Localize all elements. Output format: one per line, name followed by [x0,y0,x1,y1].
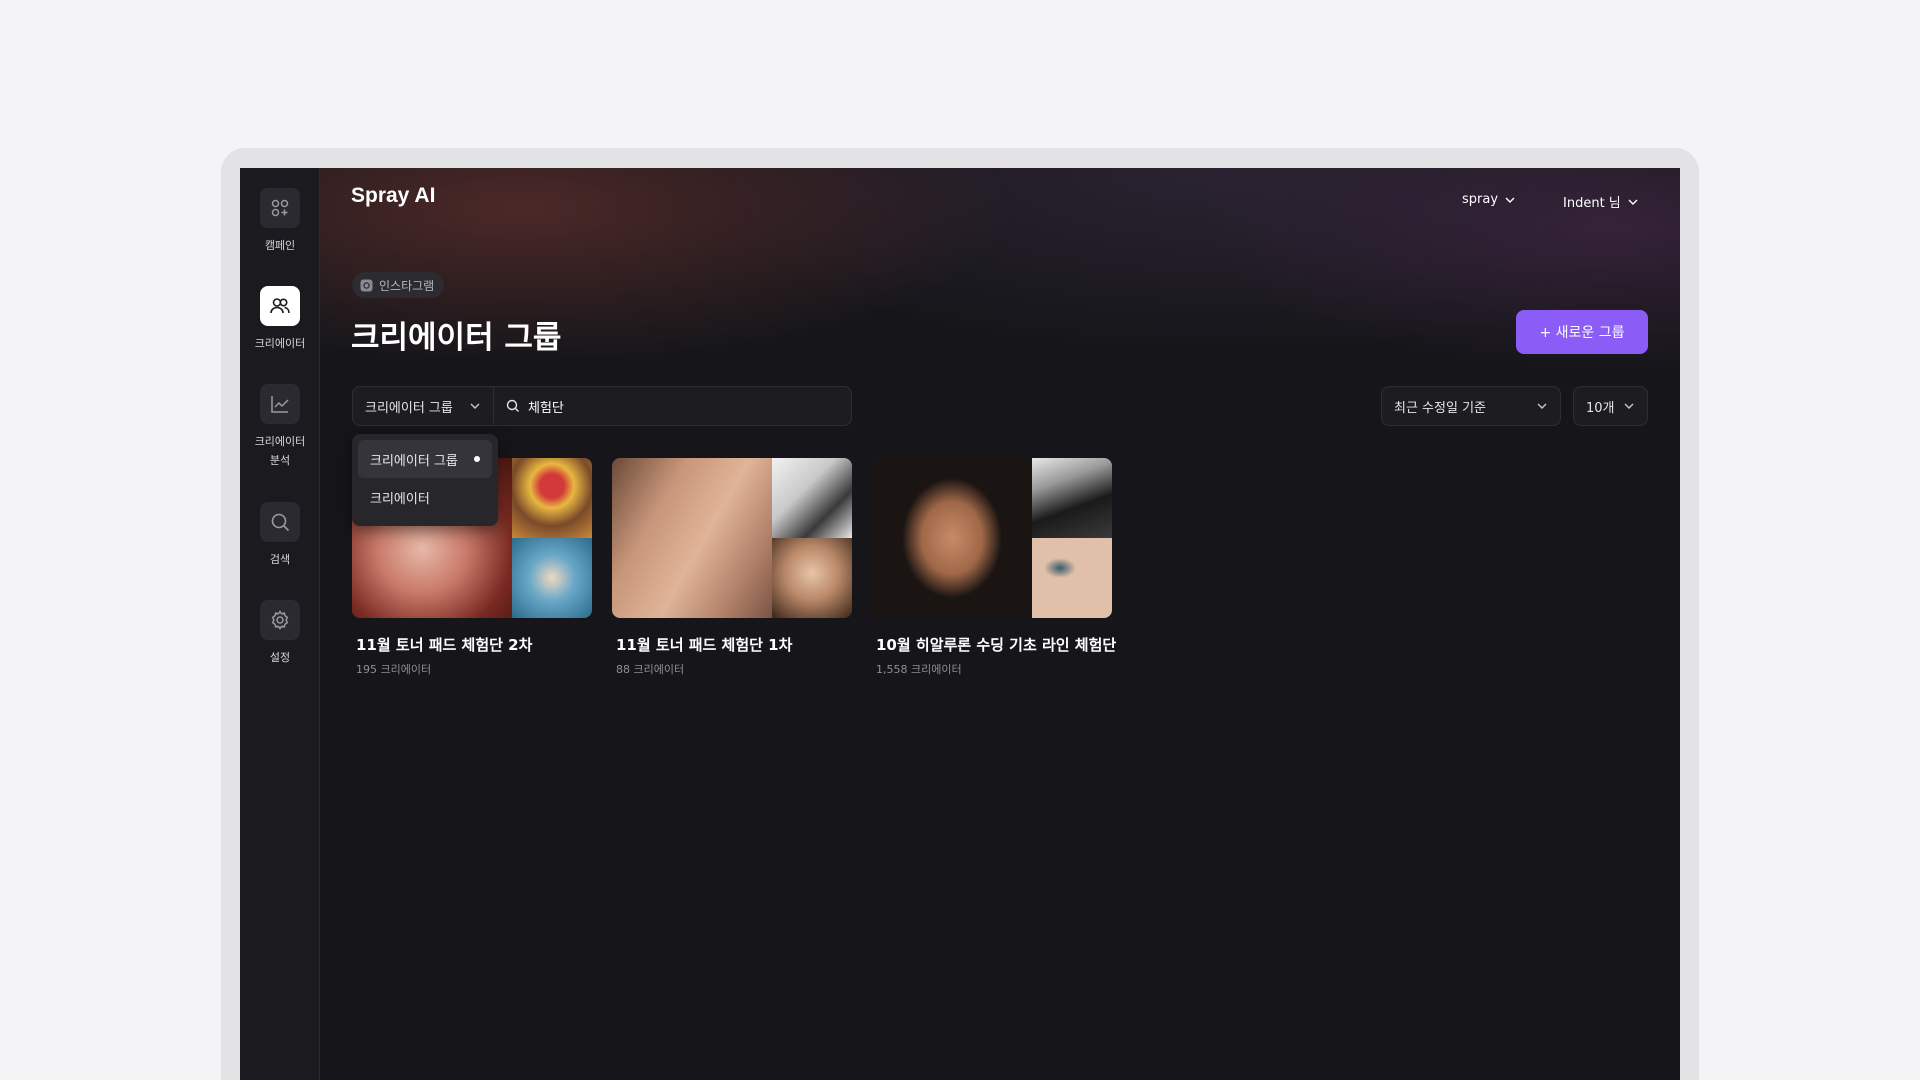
sidebar-item-label: 캠페인 [264,239,296,252]
chevron-down-icon [1505,197,1515,203]
search-box [494,387,851,425]
creator-photo [1032,538,1112,618]
dropdown-option-label: 크리에이터 그룹 [370,453,458,469]
search-icon [506,399,519,412]
sidebar-item-campaign[interactable]: 캠페인 [240,188,320,255]
group-title: 11월 토너 패드 체험단 2차 [356,636,533,654]
sidebar-item-creators[interactable]: 크리에이터 [240,286,320,353]
group-card[interactable]: 10월 히알루론 수딩 기초 라인 체험단 1,558 크리에이터 [872,458,1117,677]
gear-icon [260,600,300,640]
sidebar-item-creator-analytics[interactable]: 크리에이터 분석 [240,384,320,470]
group-creator-count: 88 크리에이터 [616,663,685,676]
workspace-dropdown[interactable]: spray [1462,192,1516,207]
search-input[interactable] [528,398,839,414]
sidebar: 캠페인 크리에이터 크리에이터 분석 검색 설정 [240,168,320,1080]
creator-photo [512,538,592,618]
sidebar-item-label: 크리에이터 [254,337,306,350]
sidebar-item-label: 검색 [269,553,291,566]
page-title: 크리에이터 그룹 [351,320,562,356]
sidebar-item-label: 설정 [269,651,291,664]
creator-photo [1032,458,1112,538]
group-title: 10월 히알루론 수딩 기초 라인 체험단 [876,636,1117,654]
sidebar-item-settings[interactable]: 설정 [240,600,320,667]
selected-dot-icon [474,456,480,462]
search-icon [260,502,300,542]
user-label: Indent 님 [1563,196,1621,211]
platform-chip: 인스타그램 [352,272,445,298]
filter-bar: 크리에이터 그룹 [352,386,852,426]
users-icon [260,286,300,326]
group-creator-count: 195 크리에이터 [356,663,432,676]
creator-photo [772,458,852,538]
sort-select-value: 최근 수정일 기준 [1394,400,1486,416]
creator-photo [872,458,1032,618]
dropdown-option-creator[interactable]: 크리에이터 [358,478,492,516]
group-thumbnail-collage [612,458,852,618]
group-card[interactable]: 11월 토너 패드 체험단 1차 88 크리에이터 [612,458,852,677]
platform-chip-label: 인스타그램 [379,278,435,293]
chevron-down-icon [1628,199,1638,205]
page-size-value: 10개 [1586,400,1615,416]
creator-photo [612,458,772,618]
chevron-down-icon [1624,403,1634,409]
sidebar-item-label: 크리에이터 분석 [254,435,306,467]
user-dropdown[interactable]: Indent 님 [1563,192,1639,211]
creator-photo [512,458,592,538]
group-thumbnail-collage [872,458,1112,618]
sort-select[interactable]: 최근 수정일 기준 [1381,386,1561,426]
chevron-down-icon [1537,403,1547,409]
instagram-icon [360,279,373,291]
group-title: 11월 토너 패드 체험단 1차 [616,636,793,654]
scope-dropdown-menu: 크리에이터 그룹 크리에이터 [352,434,498,526]
creator-photo [772,538,852,618]
group-creator-count: 1,558 크리에이터 [876,663,962,676]
scope-select-value: 크리에이터 그룹 [365,400,453,416]
workspace-label: spray [1462,192,1499,207]
app-screen: 캠페인 크리에이터 크리에이터 분석 검색 설정 Spray AI spray … [240,168,1680,1080]
dropdown-option-creator-group[interactable]: 크리에이터 그룹 [358,440,492,478]
chevron-down-icon [470,403,480,409]
campaign-icon [260,188,300,228]
chart-line-icon [260,384,300,424]
app-logo[interactable]: Spray AI [351,184,435,208]
page-size-select[interactable]: 10개 [1573,386,1648,426]
dropdown-option-label: 크리에이터 [370,491,430,507]
new-group-button[interactable]: + 새로운 그룹 [1516,310,1648,354]
scope-select[interactable]: 크리에이터 그룹 [353,387,494,425]
sidebar-item-search[interactable]: 검색 [240,502,320,569]
